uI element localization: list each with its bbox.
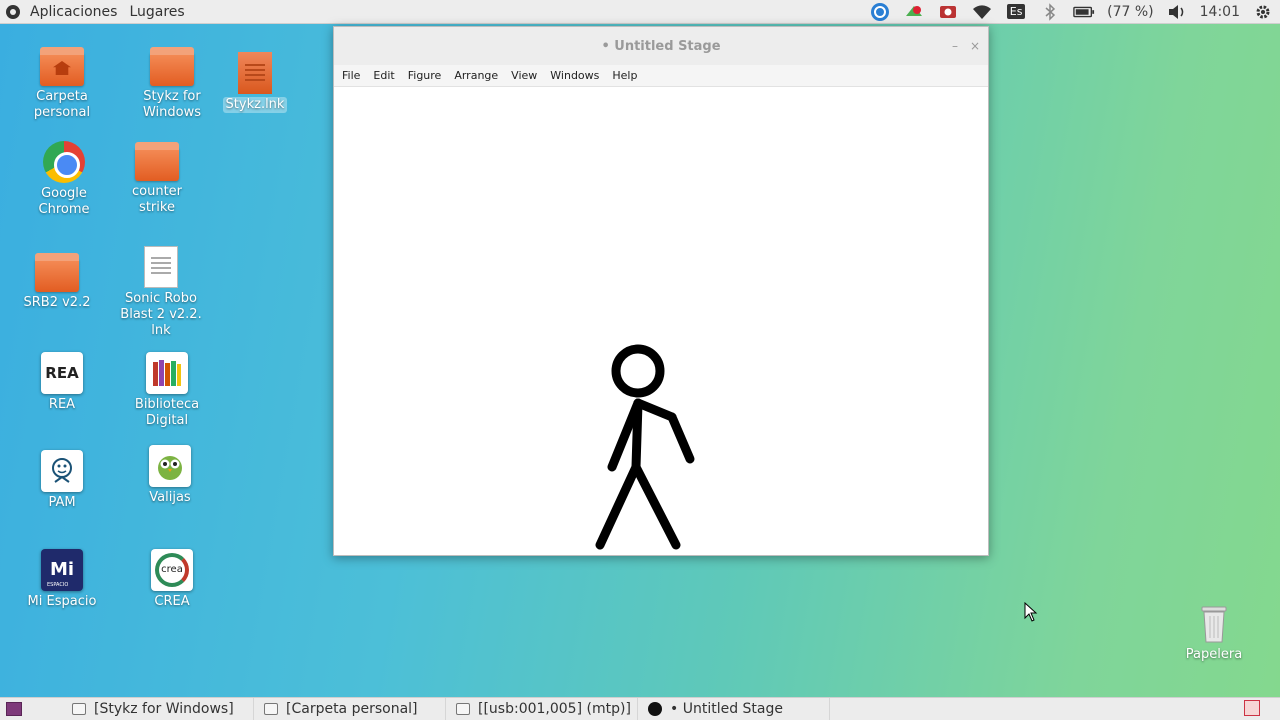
task-label: [Carpeta personal] [286,701,418,717]
task-stykz-for-windows[interactable]: [Stykz for Windows] [62,697,254,720]
task-untitled-stage[interactable]: • Untitled Stage [638,697,830,720]
menu-arrange[interactable]: Arrange [454,69,498,82]
desktop-icon-pam[interactable]: PAM [17,450,107,511]
desktop-icon-biblioteca-digital[interactable]: Biblioteca Digital [122,352,212,429]
window-title: • Untitled Stage [601,38,721,54]
desktop-icon-mi-espacio[interactable]: Mi ESPACIO Mi Espacio [17,549,107,610]
desktop-icon-label: Mi Espacio [27,594,97,609]
mouse-cursor-icon [1024,602,1038,622]
menu-file[interactable]: File [342,69,360,82]
desktop-icon-carpeta-personal[interactable]: Carpeta personal [17,46,107,121]
desktop-icon-label: Biblioteca Digital [134,397,200,428]
desktop-icon-label: CREA [154,594,190,609]
desktop-icon-valijas[interactable]: Valijas [125,445,215,506]
file-manager-icon [264,703,278,715]
battery-icon[interactable] [1073,1,1095,23]
desktop-icon-label: PAM [48,495,76,510]
keyboard-layout-icon[interactable]: Es [1005,1,1027,23]
mi-espacio-icon: Mi ESPACIO [41,549,83,591]
clock[interactable]: 14:01 [1200,4,1240,20]
desktop-icon-sonic-robo-blast[interactable]: Sonic Robo Blast 2 v2.2. lnk [116,246,206,339]
desktop-icon-stykz-for-windows[interactable]: Stykz for Windows [127,46,217,121]
folder-icon [35,253,79,292]
desktop-icon-label: Sonic Robo Blast 2 v2.2. lnk [120,291,202,338]
desktop-icon-label: Carpeta personal [33,89,91,120]
folder-icon [135,142,179,181]
desktop-icon-stykz-lnk[interactable]: Stykz.lnk [210,52,300,113]
crea-icon: crea [151,549,193,591]
task-usb-mtp[interactable]: [[usb:001,005] (mtp)] [446,697,638,720]
desktop-icon-crea[interactable]: crea CREA [127,549,217,610]
rea-logo-text: REA [45,364,79,382]
text-file-icon [144,246,178,288]
desktop-icon-rea[interactable]: REA REA [17,352,107,413]
mi-logo-subtext: ESPACIO [47,582,69,588]
update-icon[interactable] [869,1,891,23]
battery-percent: (77 %) [1107,3,1154,20]
desktop-icon-label: Papelera [1185,647,1243,662]
desktop-icon-label: counter strike [131,184,183,215]
task-label: [Stykz for Windows] [94,701,234,717]
rea-icon: REA [41,352,83,394]
system-tray: Es (77 %) 14:01 [863,0,1280,24]
trash-icon [1199,604,1229,644]
desktop-icon-label: SRB2 v2.2 [23,295,91,310]
desktop-icon-label: Stykz.lnk [222,97,288,113]
places-menu[interactable]: Lugares [129,4,184,20]
file-manager-icon [456,703,470,715]
document-icon [238,52,272,94]
task-label: • Untitled Stage [670,701,783,717]
owl-icon [149,445,191,487]
show-desktop-icon[interactable] [6,702,22,716]
desktop-icon-label: Stykz for Windows [142,89,202,120]
keyboard-layout-label: Es [1006,4,1026,19]
wifi-icon[interactable] [971,1,993,23]
home-folder-icon [40,47,84,86]
bluetooth-icon[interactable] [1039,1,1061,23]
crea-logo-text: crea [161,564,183,575]
menu-windows[interactable]: Windows [550,69,599,82]
task-carpeta-personal[interactable]: [Carpeta personal] [254,697,446,720]
mi-logo-text: Mi [49,559,75,580]
menu-view[interactable]: View [511,69,537,82]
stage-canvas[interactable] [334,87,988,555]
file-manager-icon [72,703,86,715]
desktop-icon-counter-strike[interactable]: counter strike [112,141,202,216]
menu-help[interactable]: Help [612,69,637,82]
minimize-icon[interactable]: – [948,39,962,53]
desktop-icon-label: Google Chrome [38,186,90,217]
desktop-icon-google-chrome[interactable]: Google Chrome [19,141,109,218]
desktop-icon-label: REA [48,397,76,412]
desktop-icon-label: Valijas [149,490,191,505]
stykz-app-icon [648,702,662,716]
bug-icon[interactable] [903,1,925,23]
desktop-icon-papelera[interactable]: Papelera [1169,604,1259,663]
stykz-window: • Untitled Stage – × File Edit Figure Ar… [333,26,989,556]
ubuntu-icon [6,4,20,19]
task-label: [[usb:001,005] (mtp)] [478,701,631,717]
menu-edit[interactable]: Edit [373,69,394,82]
record-icon[interactable] [937,1,959,23]
desktop-icon-srb2[interactable]: SRB2 v2.2 [12,252,102,311]
menu-figure[interactable]: Figure [408,69,442,82]
applications-menu[interactable]: Aplicaciones [30,4,117,20]
folder-icon [150,47,194,86]
bottom-taskbar: [Stykz for Windows] [Carpeta personal] [… [0,697,1280,720]
window-titlebar[interactable]: • Untitled Stage – × [334,27,988,65]
top-panel: Aplicaciones Lugares Es (77 %) 14:01 [0,0,1280,24]
books-icon [146,352,188,394]
chrome-icon [43,141,85,183]
workspace-switcher-icon[interactable] [1244,700,1260,716]
stick-figure[interactable] [334,87,988,555]
volume-icon[interactable] [1166,1,1188,23]
settings-gear-icon[interactable] [1252,1,1274,23]
pam-icon [41,450,83,492]
window-menubar: File Edit Figure Arrange View Windows He… [334,65,988,87]
close-icon[interactable]: × [968,39,982,53]
